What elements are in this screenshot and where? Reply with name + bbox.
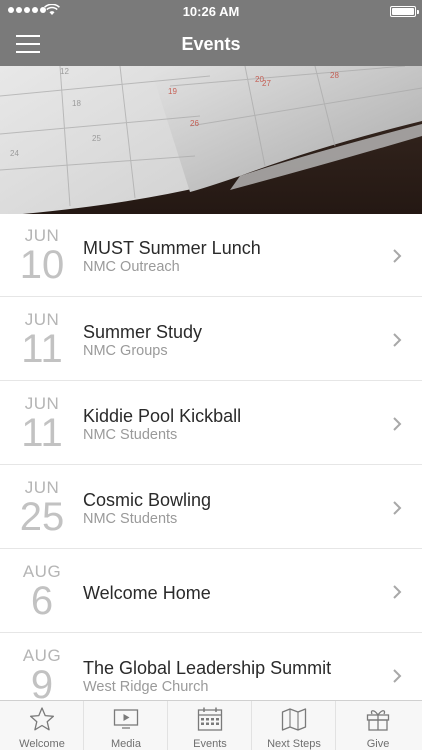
tab-label: Next Steps [267,738,321,750]
svg-text:19: 19 [168,87,177,96]
event-title: Summer Study [83,322,203,342]
svg-text:27: 27 [262,79,271,88]
event-day: 6 [30,579,54,623]
event-date: JUN 11 [14,394,70,455]
event-day: 25 [19,495,65,539]
event-row-cosmic-bowling[interactable]: JUN 25 Cosmic Bowling NMC Students [0,466,422,549]
event-date: JUN 11 [14,310,70,371]
play-icon [113,709,139,729]
map-icon [281,708,307,731]
svg-text:26: 26 [190,119,199,128]
tab-label: Give [366,738,390,750]
event-date: JUN 10 [14,226,70,287]
chevron-right-icon [393,249,402,263]
event-title: Kiddie Pool Kickball [83,406,242,426]
svg-text:18: 18 [72,99,81,108]
event-date: JUN 25 [14,478,70,539]
event-day: 10 [19,243,65,287]
event-subtitle: NMC Students [83,511,178,527]
tab-give[interactable]: Give [336,701,420,750]
svg-text:28: 28 [330,71,339,80]
gift-icon [366,710,390,731]
chevron-right-icon [393,501,402,515]
star-icon [29,707,55,731]
event-title: Welcome Home [83,583,211,603]
chevron-right-icon [393,333,402,347]
event-row-kiddie-pool-kickball[interactable]: JUN 11 Kiddie Pool Kickball NMC Students [0,382,422,465]
event-subtitle: NMC Students [83,427,178,443]
status-time: 10:26 AM [182,4,240,19]
event-subtitle: NMC Outreach [83,259,180,275]
event-title: The Global Leadership Summit [83,658,332,678]
event-row-must-summer-lunch[interactable]: JUN 10 MUST Summer Lunch NMC Outreach [0,214,422,297]
svg-text:12: 12 [60,67,69,76]
status-bar: 10:26 AM [0,0,422,22]
tab-media[interactable]: Media [84,701,168,750]
event-row-global-leadership-summit[interactable]: AUG 9 The Global Leadership Summit West … [0,634,422,700]
event-subtitle: West Ridge Church [83,679,209,695]
svg-text:24: 24 [10,149,19,158]
event-day: 9 [30,663,54,700]
event-title: MUST Summer Lunch [83,238,261,258]
chevron-right-icon [393,669,402,683]
event-subtitle: NMC Groups [83,343,168,359]
calendar-icon [197,707,223,731]
tab-label: Events [193,738,227,750]
event-list: JUN 10 MUST Summer Lunch NMC Outreach JU… [0,214,422,700]
tab-welcome[interactable]: Welcome [0,701,84,750]
event-day: 11 [21,327,63,371]
chevron-right-icon [393,585,402,599]
svg-text:25: 25 [92,134,101,143]
tab-bar: Welcome Media Events Next Steps Give [0,700,422,750]
event-row-summer-study[interactable]: JUN 11 Summer Study NMC Groups [0,298,422,381]
event-day: 11 [21,411,63,455]
tab-label: Media [111,738,141,750]
tab-next-steps[interactable]: Next Steps [252,701,336,750]
event-title: Cosmic Bowling [83,490,212,510]
event-date: AUG 6 [14,562,70,623]
page-title: Events [181,34,241,54]
hero-calendar-image: 20 27 28 19 26 12 18 25 24 [0,66,422,214]
chevron-right-icon [393,417,402,431]
tab-label: Welcome [19,738,65,750]
tab-events[interactable]: Events [168,701,252,750]
event-row-welcome-home[interactable]: AUG 6 Welcome Home [0,550,422,633]
event-date: AUG 9 [14,646,70,700]
navigation-bar: Events [0,22,422,66]
battery-icon [390,6,419,17]
